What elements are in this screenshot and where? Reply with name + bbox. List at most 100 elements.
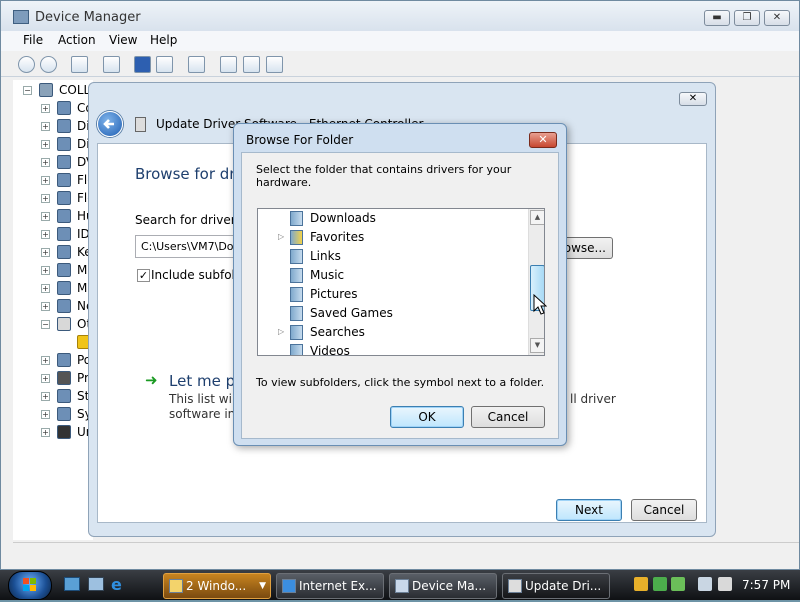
expand-icon[interactable]: + bbox=[41, 410, 50, 419]
tree-item[interactable]: + Co bbox=[13, 100, 93, 118]
expand-icon[interactable]: + bbox=[41, 212, 50, 221]
tree-item[interactable]: − Ot bbox=[13, 316, 93, 334]
folder-item[interactable]: Links bbox=[258, 247, 526, 266]
menu-action[interactable]: Action bbox=[58, 33, 96, 47]
tree-item[interactable]: + Mo bbox=[13, 280, 95, 298]
expand-icon[interactable]: + bbox=[41, 230, 50, 239]
folder-item[interactable]: Music bbox=[258, 266, 526, 285]
expand-icon[interactable]: + bbox=[41, 356, 50, 365]
expand-icon[interactable]: + bbox=[41, 428, 50, 437]
tree-root[interactable]: − COLL bbox=[13, 82, 93, 100]
folder-tree[interactable]: Downloads ▷ Favorites Links Music Picture… bbox=[257, 208, 545, 356]
cancel-button[interactable]: Cancel bbox=[631, 499, 697, 521]
collapse-icon[interactable]: − bbox=[23, 86, 32, 95]
tree-item[interactable]: + Un bbox=[13, 424, 93, 442]
taskbar-button[interactable]: Internet Ex... bbox=[276, 573, 384, 599]
shield-icon[interactable] bbox=[653, 577, 667, 591]
expand-icon[interactable]: + bbox=[41, 104, 50, 113]
back-arrow-icon[interactable] bbox=[97, 111, 123, 137]
device-icon bbox=[57, 173, 71, 187]
show-hide-tree-icon[interactable] bbox=[71, 56, 88, 73]
tree-item[interactable]: + Po bbox=[13, 352, 93, 370]
expand-icon[interactable]: + bbox=[41, 284, 50, 293]
scan-hardware-icon[interactable] bbox=[188, 56, 205, 73]
help-icon[interactable] bbox=[134, 56, 151, 73]
minimize-button[interactable]: ▬ bbox=[704, 10, 730, 26]
uninstall-icon[interactable] bbox=[243, 56, 260, 73]
forward-arrow-icon[interactable] bbox=[40, 56, 57, 73]
volume-muted-icon[interactable] bbox=[718, 577, 732, 591]
expand-triangle-icon[interactable]: ▷ bbox=[278, 232, 284, 241]
folder-item[interactable]: Pictures bbox=[258, 285, 526, 304]
show-desktop-icon[interactable] bbox=[64, 577, 80, 591]
clock[interactable]: 7:57 PM bbox=[742, 578, 790, 592]
folder-item[interactable]: Saved Games bbox=[258, 304, 526, 323]
tree-item[interactable]: + Ke bbox=[13, 244, 93, 262]
dialog-close-button[interactable]: ✕ bbox=[529, 132, 557, 148]
switch-windows-icon[interactable] bbox=[88, 577, 104, 591]
update-driver-icon[interactable] bbox=[220, 56, 237, 73]
device-manager-titlebar[interactable]: Device Manager ▬ ❐ ✕ bbox=[1, 1, 799, 33]
expand-icon[interactable]: + bbox=[41, 194, 50, 203]
tree-item[interactable]: + Mi bbox=[13, 262, 93, 280]
windows-security-icon[interactable] bbox=[671, 577, 685, 591]
maximize-button[interactable]: ❐ bbox=[734, 10, 760, 26]
folder-scrollbar[interactable]: ▲ ▼ bbox=[528, 209, 544, 355]
back-arrow-icon[interactable] bbox=[18, 56, 35, 73]
include-subfolders-checkbox[interactable]: ✓ bbox=[137, 269, 150, 282]
scroll-down-icon[interactable]: ▼ bbox=[530, 338, 544, 353]
taskbar-button[interactable]: Device Ma... bbox=[389, 573, 497, 599]
expand-icon[interactable]: + bbox=[41, 248, 50, 257]
close-button[interactable]: ✕ bbox=[764, 10, 790, 26]
menu-file[interactable]: File bbox=[23, 33, 43, 47]
expand-icon[interactable]: + bbox=[41, 374, 50, 383]
security-alert-icon[interactable] bbox=[634, 577, 648, 591]
menu-help[interactable]: Help bbox=[150, 33, 177, 47]
tree-item[interactable]: + St bbox=[13, 388, 93, 406]
next-button[interactable]: Next bbox=[556, 499, 622, 521]
tree-item[interactable]: + ID bbox=[13, 226, 93, 244]
expand-icon[interactable]: + bbox=[41, 140, 50, 149]
tree-item[interactable]: + Flo bbox=[13, 190, 95, 208]
tree-item[interactable]: + Ne bbox=[13, 298, 93, 316]
tree-item[interactable] bbox=[13, 334, 93, 352]
cancel-button[interactable]: Cancel bbox=[471, 406, 545, 428]
device-icon bbox=[57, 209, 71, 223]
expand-triangle-icon[interactable]: ▷ bbox=[278, 327, 284, 336]
browse-button[interactable]: owse... bbox=[563, 237, 613, 259]
tree-item[interactable]: + Flo bbox=[13, 172, 95, 190]
expand-icon[interactable]: + bbox=[41, 158, 50, 167]
wizard-close-button[interactable]: ✕ bbox=[679, 92, 707, 106]
view-icon[interactable] bbox=[156, 56, 173, 73]
internet-explorer-icon[interactable]: e bbox=[111, 575, 122, 594]
tree-item[interactable]: + Di bbox=[13, 118, 93, 136]
disable-icon[interactable] bbox=[266, 56, 283, 73]
folder-item[interactable]: Videos bbox=[258, 342, 526, 355]
start-button[interactable] bbox=[8, 571, 52, 600]
scroll-up-icon[interactable]: ▲ bbox=[530, 210, 544, 225]
tree-item[interactable]: + Pr bbox=[13, 370, 93, 388]
network-icon[interactable] bbox=[698, 577, 712, 591]
taskbar-button[interactable]: Update Dri... bbox=[502, 573, 610, 599]
expand-icon[interactable]: + bbox=[41, 392, 50, 401]
folder-item[interactable]: Downloads bbox=[258, 209, 526, 228]
folder-item[interactable]: ▷ Searches bbox=[258, 323, 526, 342]
tree-item[interactable]: + Sy bbox=[13, 406, 93, 424]
properties-icon[interactable] bbox=[103, 56, 120, 73]
tree-item[interactable]: + Hu bbox=[13, 208, 94, 226]
taskbar-button[interactable]: 2 Windo... ▼ bbox=[163, 573, 271, 599]
let-me-pick-link[interactable]: Let me pi bbox=[169, 372, 239, 390]
expand-icon[interactable]: + bbox=[41, 122, 50, 131]
expand-icon[interactable]: + bbox=[41, 302, 50, 311]
ok-button[interactable]: OK bbox=[390, 406, 464, 428]
expand-icon[interactable]: + bbox=[41, 266, 50, 275]
expand-icon[interactable]: + bbox=[41, 176, 50, 185]
tree-item[interactable]: + DV bbox=[13, 154, 94, 172]
hint-text: To view subfolders, click the symbol nex… bbox=[256, 376, 545, 389]
path-input[interactable]: C:\Users\VM7\Do bbox=[135, 235, 245, 258]
menu-view[interactable]: View bbox=[109, 33, 137, 47]
folder-item[interactable]: ▷ Favorites bbox=[258, 228, 526, 247]
collapse-icon[interactable]: − bbox=[41, 320, 50, 329]
tree-item[interactable]: + Di bbox=[13, 136, 93, 154]
dialog-content: Select the folder that contains drivers … bbox=[241, 152, 559, 439]
